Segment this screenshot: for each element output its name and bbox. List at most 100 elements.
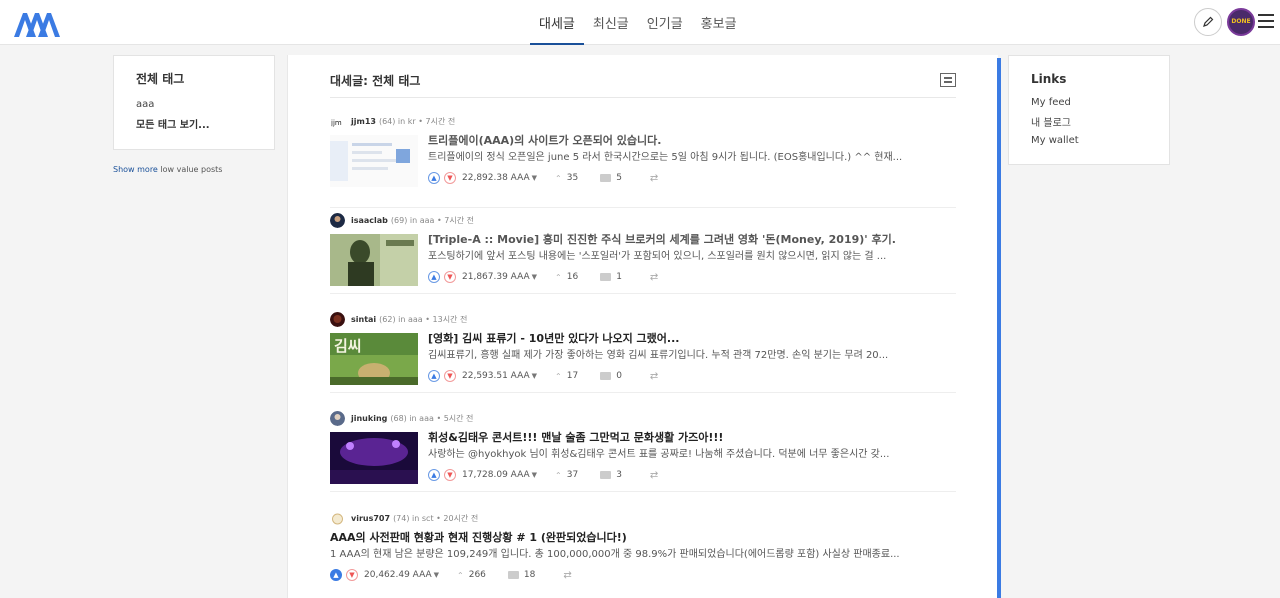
caret-down-icon[interactable]: ▼	[434, 571, 439, 579]
caret-down-icon[interactable]: ▼	[532, 372, 537, 380]
user-avatar[interactable]: DONE	[1227, 8, 1255, 36]
author-rep: (74)	[393, 513, 410, 523]
post-title[interactable]: [영화] 김씨 표류기 - 10년만 있다가 나오지 그랬어...	[428, 331, 956, 346]
post-payout[interactable]: 21,867.39 AAA	[462, 272, 530, 282]
author-rep: (69)	[390, 215, 408, 225]
post-title[interactable]: AAA의 사전판매 현황과 현재 진행상황 # 1 (완판되었습니다!)	[330, 530, 956, 545]
post-meta: virus707 (74) in sct • 20시간 전	[330, 510, 478, 526]
tag-link-aaa[interactable]: aaa	[136, 99, 252, 110]
upvote-icon[interactable]: ▲	[428, 172, 440, 184]
downvote-icon[interactable]: ▼	[346, 569, 358, 581]
upvote-icon[interactable]: ▲	[428, 370, 440, 382]
tab-trending[interactable]: 대세글	[530, 0, 584, 45]
dot: •	[425, 314, 430, 324]
post-item: jjm jjm13 (64) in kr • 7시간 전 트리플에이(AAA)의…	[330, 113, 956, 208]
links-title: Links	[1031, 72, 1067, 86]
author-avatar[interactable]	[330, 410, 345, 426]
comment-count[interactable]: 18	[524, 570, 535, 580]
downvote-icon[interactable]: ▼	[444, 271, 456, 283]
post-payout[interactable]: 22,593.51 AAA	[462, 371, 530, 381]
comment-count[interactable]: 3	[616, 470, 622, 480]
post-title[interactable]: 트리플에이(AAA)의 사이트가 오픈되어 있습니다.	[428, 133, 956, 148]
logo-icon[interactable]	[12, 9, 62, 39]
svg-text:jjm: jjm	[330, 119, 342, 127]
author-avatar[interactable]	[330, 311, 345, 327]
post-title[interactable]: 휘성&김태우 콘서트!!! 맨날 술좀 그만먹고 문화생활 가즈아!!!	[428, 430, 956, 445]
list-view-toggle-icon[interactable]	[940, 73, 956, 87]
author-name[interactable]: sintai	[351, 315, 376, 324]
upvote-icon[interactable]: ▲	[330, 569, 342, 581]
post-thumbnail[interactable]	[330, 135, 418, 187]
dot: •	[437, 215, 442, 225]
downvote-icon[interactable]: ▼	[444, 370, 456, 382]
post-title[interactable]: [Triple-A :: Movie] 흥미 진진한 주식 브로커의 세계를 그…	[428, 232, 956, 247]
tab-new[interactable]: 최신글	[584, 0, 638, 45]
vote-count[interactable]: 266	[469, 570, 486, 580]
upvote-icon[interactable]: ▲	[428, 271, 440, 283]
author-name[interactable]: jinuking	[351, 414, 387, 423]
vote-count[interactable]: 16	[567, 272, 578, 282]
votes-icon: ⌃	[555, 371, 562, 381]
links-card: Links My feed 내 블로그 My wallet	[1008, 55, 1170, 165]
post-thumbnail[interactable]: 김씨	[330, 333, 418, 385]
reblog-icon[interactable]: ⇄	[650, 173, 658, 184]
author-rep: (64)	[378, 116, 396, 126]
vote-count[interactable]: 37	[567, 470, 578, 480]
tab-hot[interactable]: 인기글	[638, 0, 692, 45]
vote-count[interactable]: 35	[567, 173, 578, 183]
post-payout[interactable]: 20,462.49 AAA	[364, 570, 432, 580]
reblog-icon[interactable]: ⇄	[650, 371, 658, 382]
in-label: in	[397, 116, 406, 126]
post-excerpt[interactable]: 김씨표류기, 흥행 실패 제가 가장 좋아하는 영화 김씨 표류기입니다. 누적…	[428, 348, 956, 363]
community-link[interactable]: sct	[422, 514, 434, 523]
post-meta: jjm jjm13 (64) in kr • 7시간 전	[330, 113, 455, 129]
my-blog-link[interactable]: 내 블로그	[1031, 114, 1147, 129]
community-link[interactable]: kr	[408, 117, 416, 126]
post-feed: 대세글: 전체 태그 jjm jjm13 (64) in kr • 7시간 전 …	[287, 55, 998, 598]
author-avatar[interactable]	[330, 212, 345, 228]
community-link[interactable]: aaa	[408, 315, 423, 324]
author-avatar[interactable]	[330, 510, 345, 526]
downvote-icon[interactable]: ▼	[444, 172, 456, 184]
caret-down-icon[interactable]: ▼	[532, 273, 537, 281]
comment-count[interactable]: 5	[616, 173, 622, 183]
community-link[interactable]: aaa	[420, 216, 435, 225]
post-excerpt[interactable]: 포스팅하기에 앞서 포스팅 내용에는 '스포일러'가 포함되어 있으니, 스포일…	[428, 249, 956, 264]
post-payout[interactable]: 17,728.09 AAA	[462, 470, 530, 480]
author-name[interactable]: isaaclab	[351, 216, 388, 225]
reblog-icon[interactable]: ⇄	[650, 272, 658, 283]
author-name[interactable]: virus707	[351, 514, 390, 523]
post-time: 7시간 전	[425, 116, 456, 126]
post-body: 트리플에이(AAA)의 사이트가 오픈되어 있습니다. 트리플에이의 정식 오픈…	[428, 133, 956, 185]
write-post-button[interactable]	[1194, 8, 1222, 36]
post-excerpt[interactable]: 트리플에이의 정식 오픈일은 june 5 라서 한국시간으로는 5일 아침 9…	[428, 150, 956, 165]
post-excerpt[interactable]: 사랑하는 @hyokhyok 님이 휘성&김태우 콘서트 표를 공짜로! 나눔해…	[428, 447, 956, 462]
avatar-text: DONE	[1231, 18, 1251, 25]
tab-promoted[interactable]: 홍보글	[692, 0, 746, 45]
upvote-icon[interactable]: ▲	[428, 469, 440, 481]
author-avatar[interactable]: jjm	[330, 113, 345, 129]
votes-icon: ⌃	[555, 470, 562, 480]
post-thumbnail[interactable]	[330, 234, 418, 286]
show-more-suffix: low value posts	[157, 165, 223, 174]
comment-count[interactable]: 1	[616, 272, 622, 282]
svg-text:김씨: 김씨	[334, 337, 362, 355]
post-excerpt[interactable]: 1 AAA의 현재 남은 분량은 109,249개 입니다. 총 100,000…	[330, 547, 956, 562]
menu-icon[interactable]	[1258, 14, 1274, 28]
downvote-icon[interactable]: ▼	[444, 469, 456, 481]
community-link[interactable]: aaa	[419, 414, 434, 423]
comment-icon	[600, 471, 612, 479]
post-payout[interactable]: 22,892.38 AAA	[462, 173, 530, 183]
show-more-link[interactable]: Show more	[113, 165, 158, 174]
post-thumbnail[interactable]	[330, 432, 418, 484]
reblog-icon[interactable]: ⇄	[563, 570, 571, 581]
caret-down-icon[interactable]: ▼	[532, 471, 537, 479]
all-tags-link[interactable]: 모든 태그 보기...	[136, 116, 252, 131]
comment-count[interactable]: 0	[616, 371, 622, 381]
vote-count[interactable]: 17	[567, 371, 578, 381]
author-name[interactable]: jjm13	[351, 117, 376, 126]
reblog-icon[interactable]: ⇄	[650, 470, 658, 481]
my-feed-link[interactable]: My feed	[1031, 97, 1147, 108]
caret-down-icon[interactable]: ▼	[532, 174, 537, 182]
my-wallet-link[interactable]: My wallet	[1031, 135, 1147, 146]
